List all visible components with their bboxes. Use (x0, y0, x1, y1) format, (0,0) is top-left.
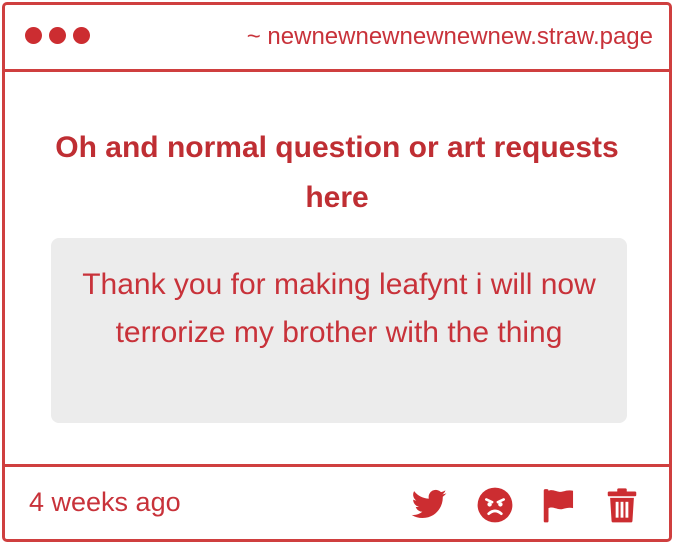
timestamp: 4 weeks ago (29, 487, 181, 517)
window-titlebar: ~ newnewnewnewnewnew.straw.page (5, 5, 669, 72)
flag-icon[interactable] (539, 486, 577, 524)
window-dot-3 (73, 27, 90, 44)
window-dot-2 (49, 27, 66, 44)
trash-icon[interactable] (603, 486, 641, 524)
answer-box: Thank you for making leafynt i will now … (51, 238, 627, 423)
twitter-icon[interactable] (410, 486, 448, 524)
angry-face-icon[interactable] (476, 486, 514, 524)
answer-text: Thank you for making leafynt i will now … (82, 268, 596, 349)
question-card: ~ newnewnewnewnewnew.straw.page Oh and n… (2, 2, 672, 542)
window-dot-1 (25, 27, 42, 44)
page-url: ~ newnewnewnewnewnew.straw.page (246, 23, 653, 50)
card-footer: 4 weeks ago (5, 464, 669, 539)
question-title: Oh and normal question or art requests h… (55, 131, 619, 214)
